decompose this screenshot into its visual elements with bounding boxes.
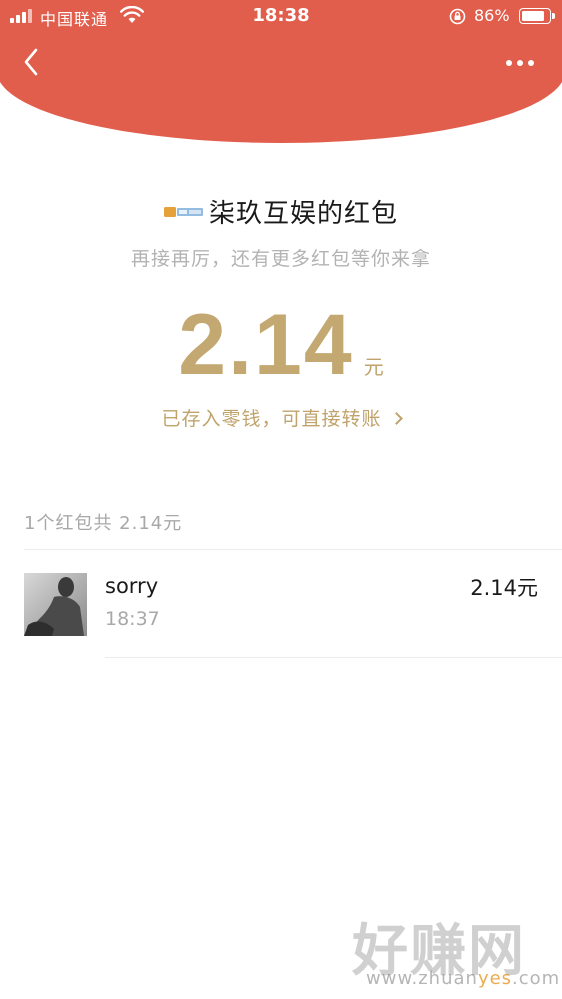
deposit-link-label: 已存入零钱，可直接转账	[161, 408, 382, 430]
summary-text: 1个红包共 2.14元	[24, 513, 183, 534]
chevron-left-icon	[24, 48, 38, 76]
back-button[interactable]	[16, 44, 50, 80]
record-name: sorry	[105, 574, 159, 598]
battery-icon	[519, 8, 555, 24]
list-item[interactable]: sorry 18:37 2.14元	[0, 550, 562, 658]
record-amount: 2.14元	[470, 576, 538, 600]
sender-header: 柒玖互娱的红包	[0, 193, 562, 233]
sender-name: 柒玖互娱的红包	[208, 199, 398, 229]
amount-display: 2.14 元	[0, 296, 562, 395]
avatar	[24, 573, 87, 636]
battery-percent: 86%	[474, 6, 510, 25]
watermark-url: www.zhuanyes.com	[366, 968, 561, 989]
record-time: 18:37	[105, 608, 160, 630]
blessing-text: 再接再厉，还有更多红包等你来拿	[130, 248, 431, 270]
chevron-right-icon	[389, 412, 403, 425]
divider	[105, 657, 562, 658]
rotation-lock-icon	[449, 8, 466, 25]
sender-logo-icon	[163, 206, 203, 217]
amount-value: 2.14	[178, 297, 354, 393]
status-bar: 中国联通 18:38 86%	[0, 0, 562, 32]
deposit-link[interactable]: 已存入零钱，可直接转账	[0, 404, 562, 431]
amount-unit: 元	[363, 355, 384, 379]
more-button[interactable]	[498, 48, 542, 76]
